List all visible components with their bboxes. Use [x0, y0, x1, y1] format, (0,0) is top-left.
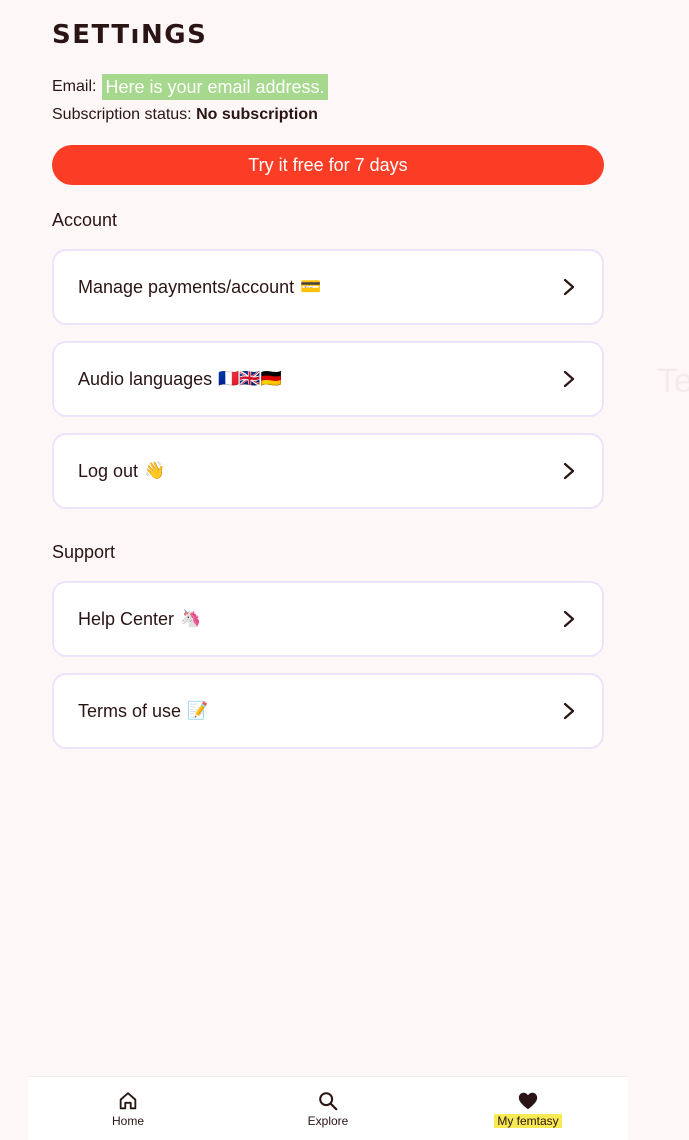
settings-page: SETTıNGS Email: Here is your email addre… [0, 0, 689, 1140]
flags-icon: 🇫🇷🇬🇧🇩🇪 [218, 369, 282, 388]
terms-of-use-item[interactable]: Terms of use 📝 [52, 673, 604, 749]
home-icon [119, 1091, 137, 1109]
subscription-row: Subscription status: No subscription [52, 106, 318, 124]
manage-payments-item[interactable]: Manage payments/account 💳 [52, 249, 604, 325]
terms-of-use-label: Terms of use [78, 700, 182, 721]
memo-icon: 📝 [187, 701, 209, 720]
help-center-label: Help Center [78, 608, 175, 629]
manage-payments-label: Manage payments/account [78, 276, 295, 297]
support-section-title: Support [52, 542, 116, 562]
subscription-label: Subscription status: [52, 106, 192, 123]
audio-languages-item[interactable]: Audio languages 🇫🇷🇬🇧🇩🇪 [52, 341, 604, 417]
faded-background-text: Te [657, 362, 689, 400]
credit-card-icon: 💳 [300, 277, 322, 296]
chevron-right-icon [563, 610, 575, 628]
email-value: Here is your email address. [102, 74, 328, 100]
account-section-title: Account [52, 210, 118, 230]
chevron-right-icon [563, 370, 575, 388]
nav-home-label: Home [111, 1113, 144, 1128]
help-center-item[interactable]: Help Center 🦄 [52, 581, 604, 657]
unicorn-icon: 🦄 [180, 609, 202, 628]
nav-my-femtasy-label: My femtasy [494, 1113, 562, 1128]
page-title: SETTıNGS [52, 20, 208, 50]
nav-explore-label: Explore [307, 1113, 349, 1128]
bottom-nav: Home Explore My femtasy [28, 1076, 628, 1140]
audio-languages-label: Audio languages [78, 368, 213, 389]
free-trial-button[interactable]: Try it free for 7 days [52, 145, 604, 185]
log-out-label: Log out [78, 460, 139, 481]
email-row: Email: Here is your email address. [52, 74, 328, 100]
chevron-right-icon [563, 278, 575, 296]
chevron-right-icon [563, 462, 575, 480]
nav-my-femtasy[interactable]: My femtasy [468, 1090, 588, 1128]
search-icon [319, 1091, 338, 1110]
nav-home[interactable]: Home [68, 1090, 188, 1128]
email-label: Email: [52, 78, 97, 95]
log-out-item[interactable]: Log out 👋 [52, 433, 604, 509]
subscription-value: No subscription [196, 106, 318, 123]
nav-explore[interactable]: Explore [268, 1090, 388, 1128]
heart-icon [518, 1092, 538, 1109]
waving-hand-icon: 👋 [144, 461, 166, 480]
chevron-right-icon [563, 702, 575, 720]
